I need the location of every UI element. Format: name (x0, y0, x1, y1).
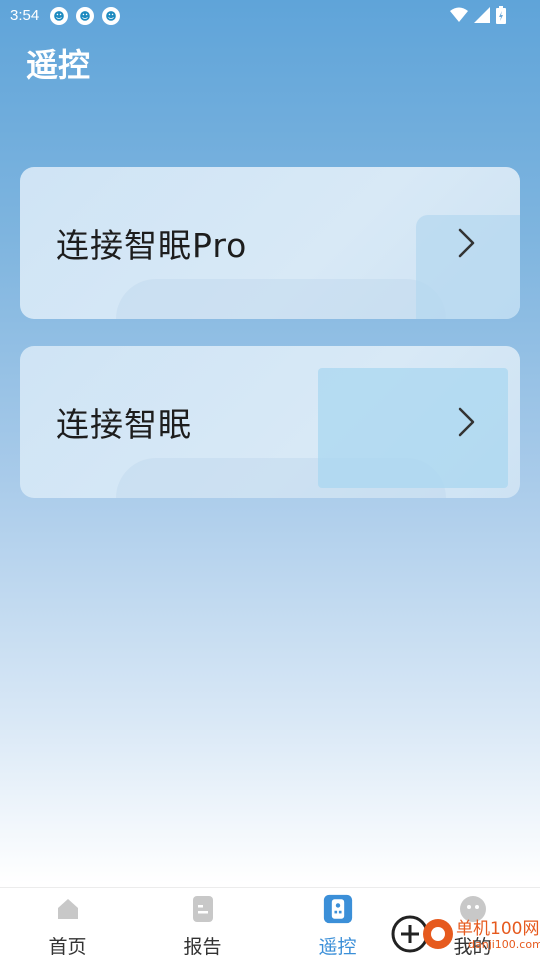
home-icon (53, 894, 83, 924)
remote-icon (323, 894, 353, 924)
card-label: 连接智眠 (56, 405, 192, 444)
app-notification-icon: ☻ (50, 7, 68, 25)
report-icon (188, 894, 218, 924)
chevron-right-icon (458, 228, 475, 258)
status-bar: 3:54 ☻ ☻ ☻ (0, 0, 540, 32)
chevron-right-icon (458, 407, 475, 437)
watermark-url: danji100.com (468, 938, 540, 951)
status-time: 3:54 (10, 7, 40, 24)
tab-home[interactable]: 首页 (0, 888, 135, 960)
connect-zhimian-pro-card[interactable]: 连接智眠Pro (20, 167, 520, 319)
tab-label: 首页 (48, 936, 87, 958)
tab-remote[interactable]: 遥控 (270, 888, 405, 960)
app-notification-icon: ☻ (102, 7, 120, 25)
notification-icons: ☻ ☻ ☻ (50, 7, 120, 25)
system-indicators (450, 6, 506, 24)
tab-label: 遥控 (318, 936, 357, 958)
tab-report[interactable]: 报告 (135, 888, 270, 960)
battery-icon (496, 6, 506, 24)
cell-signal-icon (474, 7, 490, 23)
card-decoration-image (318, 368, 508, 488)
watermark-text: 单机100网 (456, 919, 540, 939)
wifi-icon (450, 7, 468, 22)
connect-zhimian-card[interactable]: 连接智眠 (20, 346, 520, 498)
watermark-logo (391, 915, 453, 953)
tab-label: 报告 (183, 936, 222, 958)
card-decoration (116, 279, 446, 319)
site-watermark: 单机100网 danji100.com (388, 910, 540, 960)
card-label: 连接智眠Pro (56, 226, 248, 265)
page-title: 遥控 (26, 46, 91, 84)
app-notification-icon: ☻ (76, 7, 94, 25)
